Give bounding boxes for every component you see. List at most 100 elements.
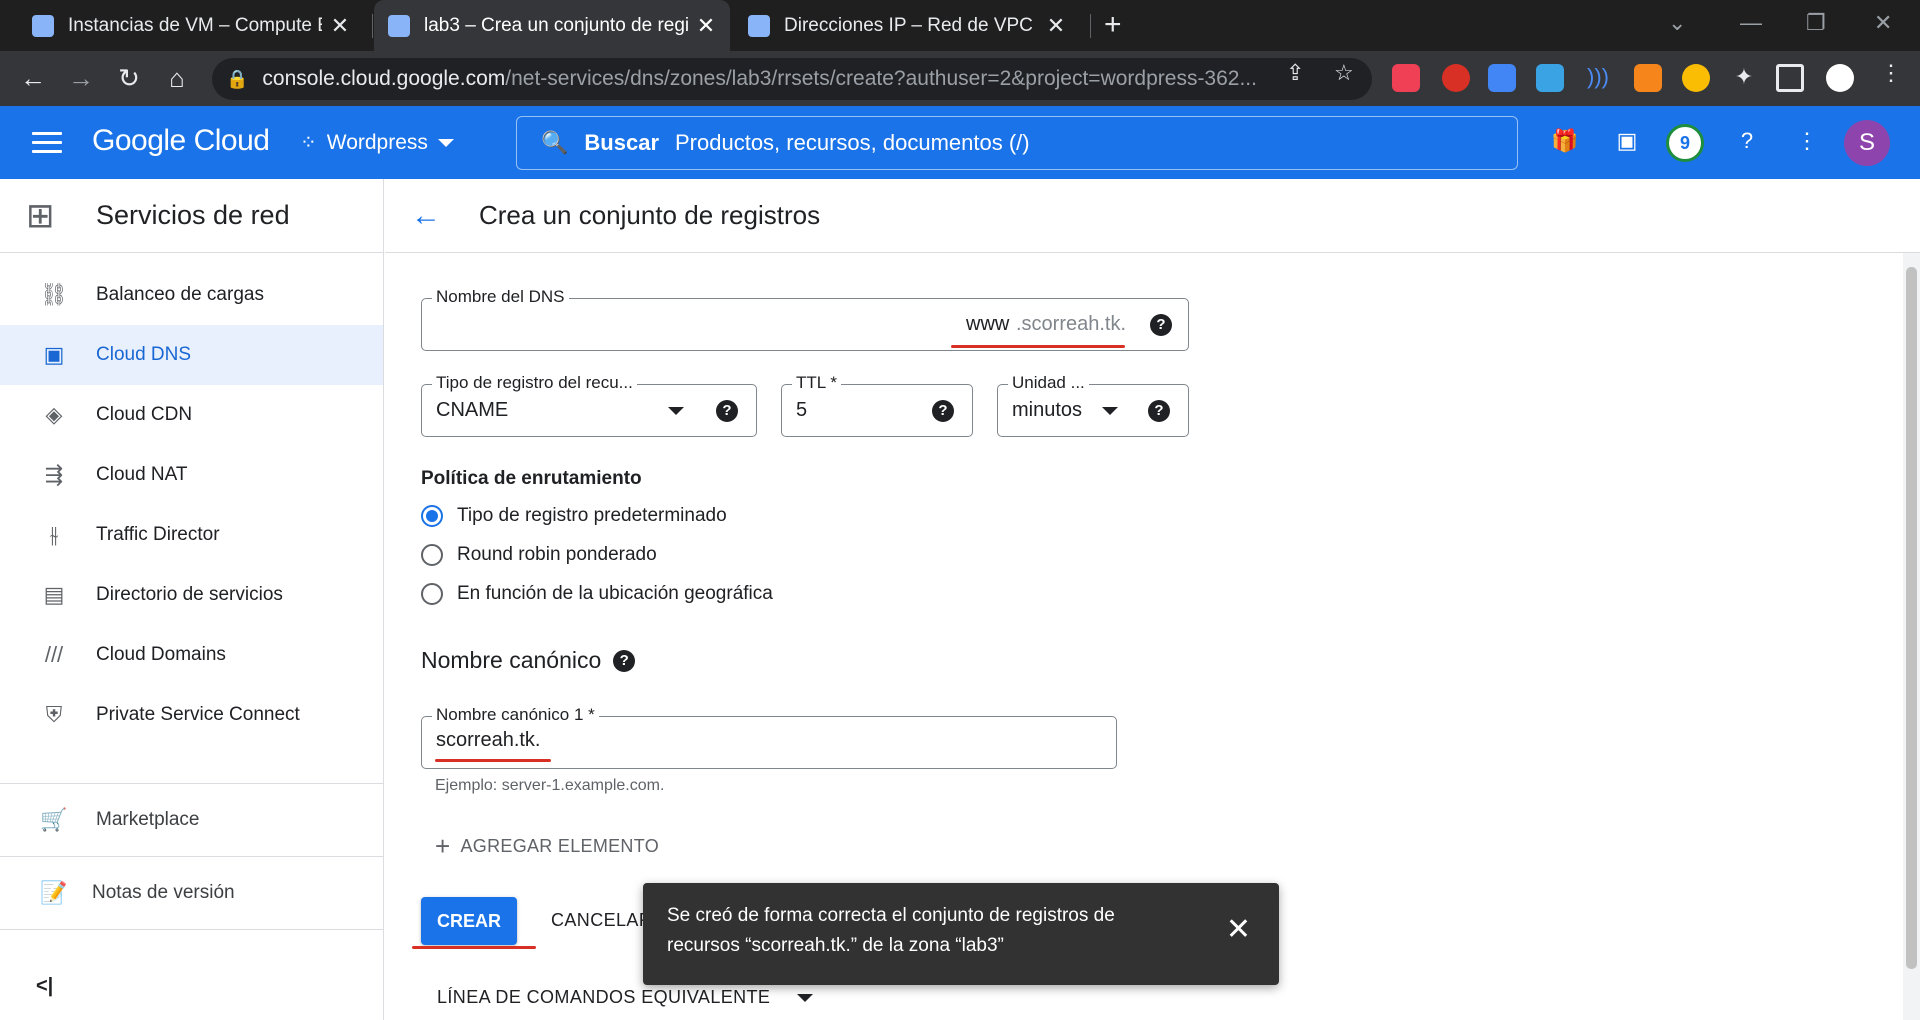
sidebar-item-marketplace[interactable]: 🛒 Marketplace <box>0 784 383 856</box>
project-selector[interactable]: ⁘ Wordpress <box>300 130 454 155</box>
close-icon[interactable]: ✕ <box>1226 915 1251 945</box>
canonical-name-label: Nombre canónico 1 * <box>432 705 599 725</box>
underline-annotation <box>435 759 551 762</box>
ttl-unit-label: Unidad ... <box>1008 373 1089 393</box>
screenshot-extension-icon[interactable] <box>1536 64 1564 92</box>
back-nav-icon[interactable]: ← <box>18 63 48 94</box>
record-type-select[interactable]: Tipo de registro del recu... CNAME ? <box>421 373 757 437</box>
sidebar-header: ⊞ Servicios de red <box>0 179 383 253</box>
restore-window-icon[interactable]: ❐ <box>1806 10 1826 36</box>
help-icon[interactable]: ? <box>932 400 954 422</box>
sidebar-item-load-balancing[interactable]: ⛓ Balanceo de cargas <box>0 265 383 325</box>
sidebar-item-label: Cloud DNS <box>96 344 192 365</box>
routing-option-weighted-round-robin[interactable]: Round robin ponderado <box>421 544 657 566</box>
home-icon[interactable]: ⌂ <box>162 63 192 94</box>
network-services-icon: ⊞ <box>26 196 55 235</box>
browser-tab-lab3[interactable]: lab3 – Crea un conjunto de regist ✕ <box>374 0 730 51</box>
sidebar-item-label: Cloud Domains <box>96 644 226 665</box>
ttl-label: TTL * <box>792 373 841 393</box>
chevron-down-icon[interactable] <box>797 994 813 1002</box>
page-title: Crea un conjunto de registros <box>479 200 821 230</box>
ttl-unit-select[interactable]: Unidad ... minutos ? <box>997 373 1189 437</box>
browser-tab-vm-instances[interactable]: Instancias de VM – Compute Eng ✕ <box>18 0 364 51</box>
sidebar-item-service-directory[interactable]: ▤ Directorio de servicios <box>0 565 383 625</box>
close-tab-icon[interactable]: ✕ <box>1046 13 1066 39</box>
radio-unselected[interactable] <box>421 544 443 566</box>
metamask-extension-icon[interactable] <box>1634 64 1662 92</box>
sidebar-item-cloud-dns[interactable]: ▣ Cloud DNS <box>0 325 383 385</box>
routing-option-default[interactable]: Tipo de registro predeterminado <box>421 505 727 527</box>
toast-message: Se creó de forma correcta el conjunto de… <box>667 905 1115 956</box>
radio-unselected[interactable] <box>421 583 443 605</box>
reload-icon[interactable]: ↻ <box>114 63 144 94</box>
help-icon[interactable]: ? <box>716 400 738 422</box>
add-item-label: AGREGAR ELEMENTO <box>460 836 659 856</box>
close-tab-icon[interactable]: ✕ <box>696 13 716 39</box>
bookmark-star-icon[interactable]: ☆ <box>1334 60 1354 86</box>
tab-search-icon[interactable]: ⌄ <box>1668 10 1686 36</box>
forward-nav-icon[interactable]: → <box>66 63 96 94</box>
network-services-icon <box>388 14 410 37</box>
canonical-name-value: scorreah.tk. <box>436 729 541 751</box>
sidebar-item-cloud-nat[interactable]: ⇶ Cloud NAT <box>0 445 383 505</box>
release-notes-icon: 📝 <box>40 880 68 905</box>
sidebar-item-label: Private Service Connect <box>96 704 300 725</box>
back-arrow-icon[interactable]: ← <box>411 199 451 233</box>
notifications-badge[interactable]: 9 <box>1666 124 1704 162</box>
sidebar-item-private-service-connect[interactable]: ⛨ Private Service Connect <box>0 685 383 745</box>
pocket-extension-icon[interactable] <box>1392 64 1420 92</box>
add-item-button[interactable]: + AGREGAR ELEMENTO <box>435 831 659 862</box>
help-icon[interactable]: ? <box>613 649 636 672</box>
help-icon[interactable]: ? <box>1148 400 1170 422</box>
radio-label: Tipo de registro predeterminado <box>457 505 727 526</box>
adblock-extension-icon[interactable] <box>1442 64 1470 92</box>
search-label: Buscar <box>584 130 659 155</box>
project-name: Wordpress <box>326 130 428 154</box>
hamburger-menu-icon[interactable] <box>32 132 62 159</box>
help-icon[interactable]: ? <box>1732 128 1762 158</box>
sidebar-item-cloud-cdn[interactable]: ◈ Cloud CDN <box>0 385 383 445</box>
sidebar-item-cloud-domains[interactable]: /// Cloud Domains <box>0 625 383 685</box>
translate-extension-icon[interactable] <box>1488 64 1516 92</box>
google-cloud-logo[interactable]: Google Cloud <box>92 124 270 158</box>
extensions-puzzle-icon[interactable]: ✦ <box>1730 64 1758 92</box>
scrollbar-thumb[interactable] <box>1906 267 1917 969</box>
search-input[interactable]: 🔍 Buscar Productos, recursos, documentos… <box>516 116 1518 170</box>
dns-name-field[interactable]: Nombre del DNS www .scorreah.tk. ? <box>421 287 1189 351</box>
underline-annotation <box>412 946 536 949</box>
cancel-button[interactable]: CANCELAR <box>551 910 652 931</box>
share-icon[interactable]: ⇪ <box>1286 60 1304 86</box>
collapse-sidebar-icon[interactable]: <| <box>36 975 53 998</box>
minimize-window-icon[interactable]: — <box>1740 10 1762 36</box>
close-window-icon[interactable]: ✕ <box>1874 10 1892 36</box>
sidebar-item-label: Traffic Director <box>96 524 220 545</box>
side-panel-icon[interactable] <box>1776 64 1804 92</box>
browser-tab-ip-addresses[interactable]: Direcciones IP – Red de VPC – W ✕ <box>734 0 1080 51</box>
sidebar-item-traffic-director[interactable]: ⫳ Traffic Director <box>0 505 383 565</box>
url-text: console.cloud.google.com/net-services/dn… <box>262 67 1257 90</box>
address-bar[interactable]: 🔒 console.cloud.google.com/net-services/… <box>212 58 1372 100</box>
cloud-shell-icon[interactable]: ▣ <box>1612 128 1642 158</box>
browser-menu-icon[interactable]: ⋮ <box>1880 60 1902 86</box>
ttl-field[interactable]: TTL * 5 ? <box>781 373 973 437</box>
equivalent-command-line-button[interactable]: LÍNEA DE COMANDOS EQUIVALENTE <box>437 987 770 1008</box>
help-icon[interactable]: ? <box>1150 314 1172 336</box>
routing-option-geolocation[interactable]: En función de la ubicación geográfica <box>421 583 773 605</box>
tracker-extension-icon[interactable] <box>1682 64 1710 92</box>
account-avatar[interactable]: S <box>1844 120 1890 166</box>
gift-icon[interactable]: 🎁 <box>1550 128 1580 158</box>
close-tab-icon[interactable]: ✕ <box>330 13 350 39</box>
profile-avatar-icon[interactable] <box>1826 64 1854 92</box>
scrollbar[interactable] <box>1903 253 1920 1020</box>
radio-selected[interactable] <box>421 505 443 527</box>
new-tab-button[interactable]: + <box>1104 8 1122 42</box>
sidebar-item-release-notes[interactable]: 📝 Notas de versión <box>0 857 383 929</box>
audio-extension-icon[interactable]: ))) <box>1584 64 1612 92</box>
dns-icon: ▣ <box>43 342 65 367</box>
project-icon: ⁘ <box>300 132 317 154</box>
load-balancer-icon: ⛓ <box>40 282 68 307</box>
more-options-icon[interactable]: ⋮ <box>1792 128 1822 158</box>
create-button[interactable]: CREAR <box>421 897 517 945</box>
cdn-icon: ◈ <box>45 402 63 427</box>
snackbar-toast: Se creó de forma correcta el conjunto de… <box>643 883 1279 985</box>
